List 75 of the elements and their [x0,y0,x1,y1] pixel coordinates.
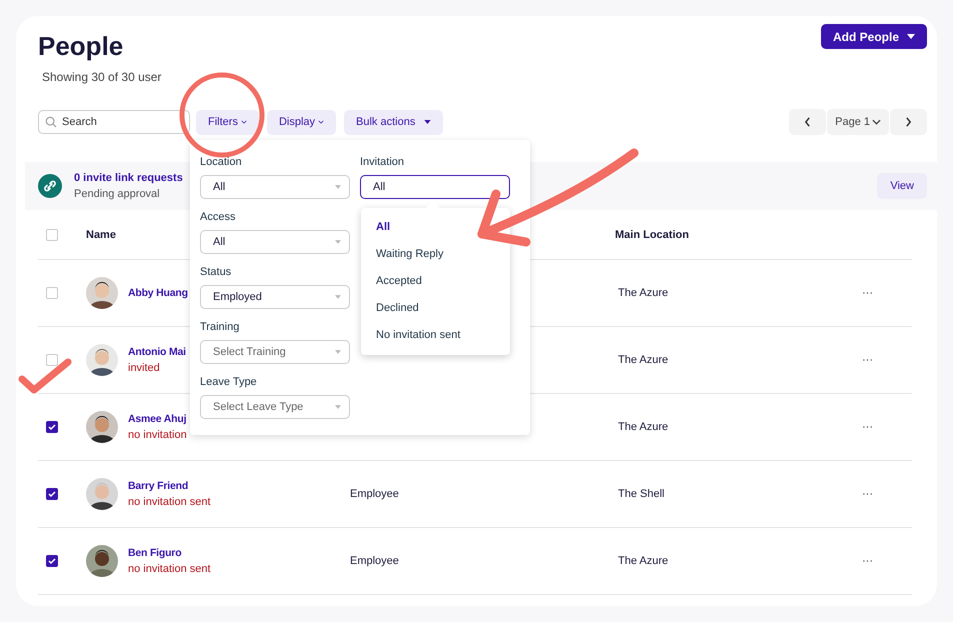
check-icon [47,556,57,566]
select-field[interactable]: All [360,175,510,199]
check-icon [47,422,57,432]
user-count: Showing 30 of 30 user [42,70,162,84]
pending-approval-text: Pending approval [74,188,161,200]
column-header: Name [86,228,117,240]
field-label: Status [200,266,232,279]
column-header: Main Location [615,228,690,240]
select-all-checkbox[interactable] [46,228,58,240]
invitation-status: no invitation sent [128,496,211,508]
check-mark [18,358,72,394]
invitation-status: invited [128,362,161,374]
invite-requests-link[interactable]: 0 invite link requests [74,172,183,184]
caret-icon [335,405,341,409]
caret-icon [335,350,341,354]
select-field[interactable]: Select Training [200,340,350,364]
person-name-link[interactable]: Barry Friend [128,480,211,492]
field-label: Location [200,156,242,169]
person-name-link[interactable]: Ben Figuro [128,547,211,559]
select-field[interactable]: Select Leave Type [200,395,350,419]
person-name-link[interactable]: Abby Huang [128,287,188,299]
field-label: Leave Type [200,376,257,389]
check-icon [47,489,57,499]
row-checkbox[interactable] [46,421,58,433]
caret-icon [335,240,341,244]
caret-icon [907,34,915,39]
more-options-button[interactable]: ··· [862,354,912,366]
caret-icon [335,185,341,189]
location-cell: The Azure [618,287,668,299]
search-icon [45,116,57,128]
link-icon [38,174,62,198]
dropdown-option[interactable]: No invitation sent [361,322,510,349]
view-button[interactable]: View [877,173,927,199]
chevron-down-icon [318,120,324,124]
invitation-status: no invitation [128,429,187,441]
location-cell: The Azure [618,421,668,433]
field-label: Invitation [360,156,404,169]
dropdown-option[interactable]: Declined [361,295,510,322]
toolbar-button[interactable]: Display [266,110,336,134]
access-cell: Employee [350,555,399,567]
toolbar-button[interactable]: Bulk actions [344,110,444,134]
select-field[interactable]: Employed [200,285,350,309]
location-cell: The Azure [618,354,668,366]
previous-page-button[interactable] [789,109,826,135]
more-options-button[interactable]: ··· [862,421,912,433]
toolbar-button[interactable]: Filters [196,110,259,134]
person-name-link[interactable]: Antonio Mai [128,346,186,358]
dropdown-option[interactable]: Accepted [361,268,510,295]
caret-icon [335,295,341,299]
chevron-down-icon [872,119,881,125]
chevron-left-icon [804,117,812,127]
row-checkbox[interactable] [46,555,58,567]
field-label: Training [200,321,240,334]
next-page-button[interactable] [890,109,927,135]
more-options-button[interactable]: ··· [862,488,912,500]
search-field[interactable]: Search [38,110,190,134]
caret-icon [424,120,432,124]
person-name-link[interactable]: Asmee Ahuj [128,413,187,425]
location-cell: The Azure [618,555,668,567]
page-select[interactable]: Page 1 [827,109,889,135]
more-options-button[interactable]: ··· [862,287,912,299]
page-title: People [38,30,124,62]
add-people-button[interactable]: Add People [820,24,927,49]
location-cell: The Shell [618,488,664,500]
chevron-right-icon [905,117,912,127]
dropdown-option[interactable]: All [361,214,510,241]
field-label: Access [200,211,236,224]
select-field[interactable]: All [200,175,350,199]
select-field[interactable]: All [200,230,350,254]
dropdown-option[interactable]: Waiting Reply [361,241,510,268]
invitation-status: no invitation sent [128,563,211,575]
access-cell: Employee [350,488,399,500]
more-options-button[interactable]: ··· [862,555,912,567]
row-checkbox[interactable] [46,488,58,500]
chevron-down-icon [240,120,247,124]
